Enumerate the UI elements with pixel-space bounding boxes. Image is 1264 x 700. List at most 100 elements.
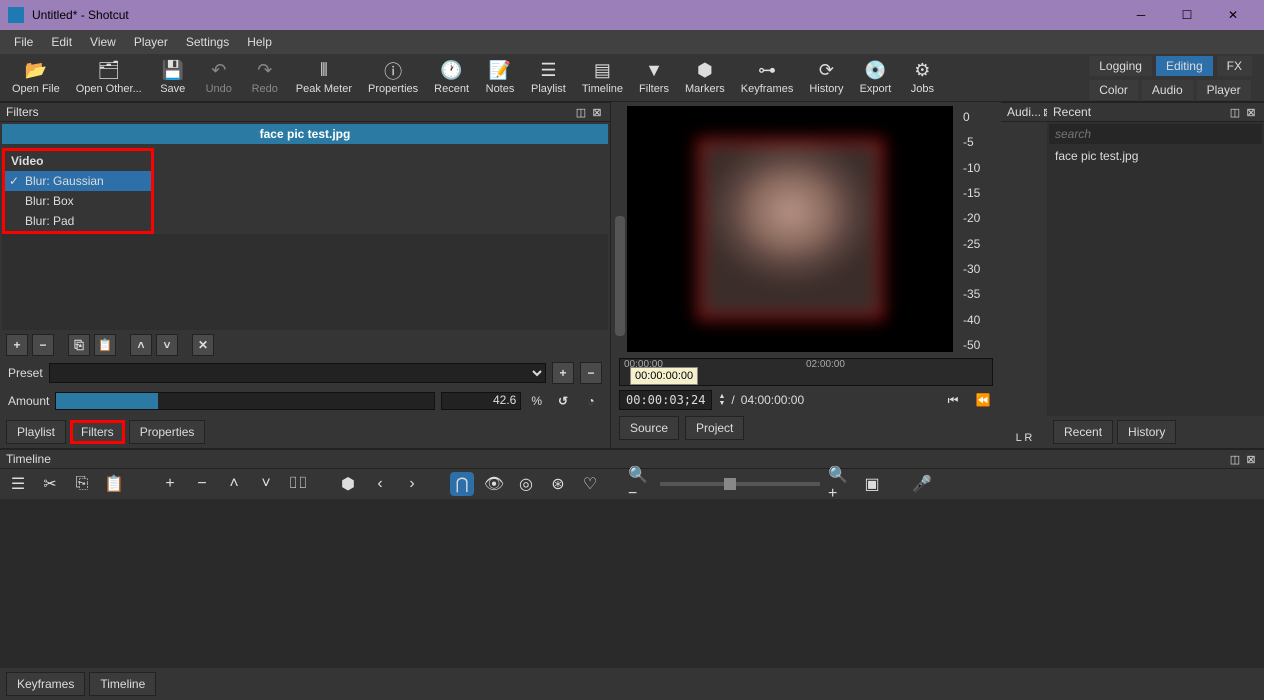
timeline-button[interactable]: ▤Timeline <box>574 59 631 97</box>
scrub-button[interactable]: 👁 <box>482 472 506 496</box>
timeline-panel: Timeline◫⊠ ☰ ✂ ⎘ 📋 + − ˄ ˅ ⌷⌷ ⬢ ‹ › ⋂ 👁 … <box>0 448 1264 700</box>
recent-close-icon[interactable]: ⊠ <box>1244 105 1258 119</box>
menu-player[interactable]: Player <box>126 33 176 51</box>
scrub-handle[interactable] <box>615 216 625 336</box>
undo-button[interactable]: ↶Undo <box>196 59 242 97</box>
recent-float-icon[interactable]: ◫ <box>1228 105 1242 119</box>
panel-float-icon[interactable]: ◫ <box>574 105 588 119</box>
remove-button[interactable]: − <box>190 472 214 496</box>
note-icon: 📝 <box>490 61 510 81</box>
reset-amount-button[interactable]: ↺ <box>552 390 574 412</box>
timecode-spinner[interactable]: ▲▼ <box>718 393 725 407</box>
menu-view[interactable]: View <box>82 33 124 51</box>
menu-file[interactable]: File <box>6 33 41 51</box>
filter-item-blur-box[interactable]: Blur: Box <box>5 191 151 211</box>
history-button[interactable]: ⟳History <box>801 59 851 97</box>
tab-timeline[interactable]: Timeline <box>89 672 156 696</box>
tab-keyframes[interactable]: Keyframes <box>6 672 85 696</box>
lift-button[interactable]: ˄ <box>222 472 246 496</box>
tab-source[interactable]: Source <box>619 416 679 440</box>
cut-button[interactable]: ✂ <box>38 472 62 496</box>
record-audio-button[interactable]: 🎤 <box>910 472 934 496</box>
menu-edit[interactable]: Edit <box>43 33 80 51</box>
timeline-menu-button[interactable]: ☰ <box>6 472 30 496</box>
deselect-button[interactable]: ✕ <box>192 334 214 356</box>
zoom-out-button[interactable]: 🔍− <box>628 472 652 496</box>
move-up-button[interactable]: ˄ <box>130 334 152 356</box>
tab-properties[interactable]: Properties <box>129 420 206 444</box>
move-down-button[interactable]: ˅ <box>156 334 178 356</box>
zoom-slider[interactable] <box>660 482 820 486</box>
ripple-all-button[interactable]: ⊛ <box>546 472 570 496</box>
close-button[interactable]: ✕ <box>1210 0 1256 30</box>
tab-playlist[interactable]: Playlist <box>6 420 66 444</box>
ripple-markers-button[interactable]: ♡ <box>578 472 602 496</box>
amount-slider[interactable] <box>55 392 435 410</box>
keyframes-button[interactable]: ⊶Keyframes <box>733 59 802 97</box>
recent-button[interactable]: 🕐Recent <box>426 59 477 97</box>
layout-color[interactable]: Color <box>1089 80 1138 100</box>
filter-category-video: Video <box>5 151 151 171</box>
copy-filter-button[interactable]: ⎘ <box>68 334 90 356</box>
preview-canvas[interactable] <box>627 106 953 352</box>
menu-help[interactable]: Help <box>239 33 280 51</box>
playlist-button[interactable]: ☰Playlist <box>523 59 574 97</box>
skip-prev-button[interactable]: ⏮ <box>943 390 963 410</box>
current-timecode[interactable]: 00:00:03;24 <box>619 390 712 410</box>
timeline-close-icon[interactable]: ⊠ <box>1244 452 1258 466</box>
filter-item-blur-gaussian[interactable]: ✓Blur: Gaussian <box>5 171 151 191</box>
properties-button[interactable]: ⓘProperties <box>360 59 426 97</box>
tab-project[interactable]: Project <box>685 416 744 440</box>
add-filter-button[interactable]: + <box>6 334 28 356</box>
menu-settings[interactable]: Settings <box>178 33 237 51</box>
filter-item-blur-pad[interactable]: Blur: Pad <box>5 211 151 231</box>
overwrite-button[interactable]: ˅ <box>254 472 278 496</box>
layout-editing[interactable]: Editing <box>1156 56 1213 76</box>
amount-value[interactable]: 42.6 <box>441 392 521 410</box>
delete-preset-button[interactable]: − <box>580 362 602 384</box>
open-file-button[interactable]: 📂Open File <box>4 59 68 97</box>
panel-close-icon[interactable]: ⊠ <box>590 105 604 119</box>
prev-marker-button[interactable]: ‹ <box>368 472 392 496</box>
tab-history[interactable]: History <box>1117 420 1176 444</box>
snap-button[interactable]: ⋂ <box>450 472 474 496</box>
tab-recent[interactable]: Recent <box>1053 420 1113 444</box>
zoom-in-button[interactable]: 🔍+ <box>828 472 852 496</box>
rewind-button[interactable]: ⏪ <box>973 390 993 410</box>
save-preset-button[interactable]: + <box>552 362 574 384</box>
remove-filter-button[interactable]: − <box>32 334 54 356</box>
timeline-tracks[interactable] <box>0 499 1264 668</box>
recent-item[interactable]: face pic test.jpg <box>1049 146 1262 166</box>
marker-button[interactable]: ⬢ <box>336 472 360 496</box>
append-button[interactable]: + <box>158 472 182 496</box>
paste-button[interactable]: 📋 <box>102 472 126 496</box>
save-button[interactable]: 💾Save <box>150 59 196 97</box>
keyframe-amount-button[interactable]: ◔ <box>580 390 602 412</box>
minimize-button[interactable]: ─ <box>1118 0 1164 30</box>
notes-button[interactable]: 📝Notes <box>477 59 523 97</box>
export-button[interactable]: 💿Export <box>852 59 900 97</box>
split-button[interactable]: ⌷⌷ <box>286 472 310 496</box>
open-other-button[interactable]: 🗂Open Other... <box>68 59 150 97</box>
paste-filter-button[interactable]: 📋 <box>94 334 116 356</box>
peak-meter-button[interactable]: ⫴Peak Meter <box>288 59 360 97</box>
next-marker-button[interactable]: › <box>400 472 424 496</box>
history-icon: ⟳ <box>816 61 836 81</box>
layout-logging[interactable]: Logging <box>1089 56 1152 76</box>
recent-search-input[interactable] <box>1049 124 1262 144</box>
markers-button[interactable]: ⬢Markers <box>677 59 733 97</box>
redo-button[interactable]: ↷Redo <box>242 59 288 97</box>
jobs-button[interactable]: ⚙Jobs <box>899 59 945 97</box>
ripple-button[interactable]: ◎ <box>514 472 538 496</box>
timeline-float-icon[interactable]: ◫ <box>1228 452 1242 466</box>
copy-button[interactable]: ⎘ <box>70 472 94 496</box>
layout-audio[interactable]: Audio <box>1142 80 1193 100</box>
zoom-fit-button[interactable]: ▣ <box>860 472 884 496</box>
filters-button[interactable]: ▼Filters <box>631 59 677 97</box>
layout-player[interactable]: Player <box>1197 80 1251 100</box>
layout-fx[interactable]: FX <box>1217 56 1252 76</box>
tab-filters[interactable]: Filters <box>70 420 125 444</box>
time-ruler[interactable]: 00:00:00 02:00:00 00:00:00:00 <box>619 358 993 386</box>
preset-select[interactable] <box>49 363 546 383</box>
maximize-button[interactable]: ☐ <box>1164 0 1210 30</box>
